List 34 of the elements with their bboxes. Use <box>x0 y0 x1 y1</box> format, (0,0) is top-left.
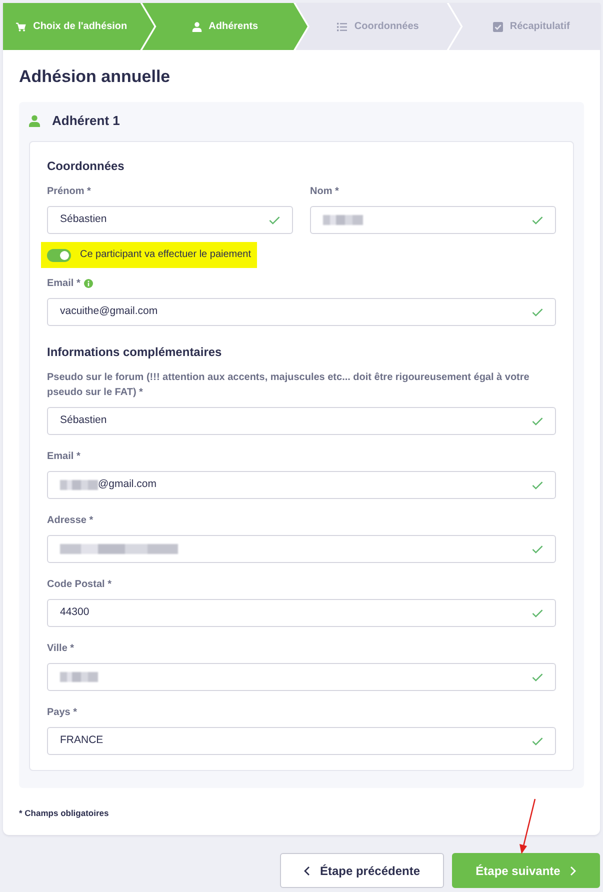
text-field[interactable]: Sébastien <box>47 407 556 435</box>
text-field[interactable]: 44300 <box>47 599 556 627</box>
text-field[interactable] <box>47 663 556 691</box>
page-title: Adhésion annuelle <box>19 67 172 87</box>
text-field[interactable] <box>310 206 556 234</box>
field-label: Adresse * <box>47 514 94 528</box>
field-label: Pays * <box>47 706 78 720</box>
toggle-label: Ce participant va effectuer le paiement <box>80 249 252 261</box>
text-field[interactable]: vacuithe@gmail.com <box>47 298 556 326</box>
cart-icon <box>16 22 26 32</box>
person-icon <box>192 22 202 32</box>
field-label: Email * <box>47 450 80 464</box>
section-title: Informations complémentaires <box>47 344 223 361</box>
annotation-arrow <box>520 798 536 854</box>
text-field[interactable]: Sébastien <box>47 206 293 234</box>
chevron-left-icon <box>304 866 310 876</box>
field-label: Email * <box>47 277 80 291</box>
checkbox-icon <box>492 22 503 32</box>
field-label: Code Postal * <box>47 578 112 592</box>
text-field[interactable]: @gmail.com <box>47 471 556 499</box>
list-icon <box>337 22 348 32</box>
back-button[interactable]: Étape précédente <box>280 853 444 888</box>
field-label: Ville * <box>47 642 74 656</box>
text-field[interactable] <box>47 535 556 563</box>
chevron-right-icon <box>570 866 576 876</box>
field-label: Pseudo sur le forum (!!! attention aux accents, majuscules etc... doit être rigoureusement égal à votre pseudo sur le FAT) * <box>47 371 530 400</box>
required-note: * Champs obligatoires <box>19 807 110 819</box>
field-label: Nom * <box>310 185 339 199</box>
person-icon <box>29 115 40 127</box>
member-title: Adhérent 1 <box>52 112 120 130</box>
text-field[interactable]: FRANCE <box>47 727 556 755</box>
toggle-switch[interactable] <box>47 248 71 262</box>
field-label: Prénom * <box>47 185 91 199</box>
section-title: Coordonnées <box>47 158 126 175</box>
